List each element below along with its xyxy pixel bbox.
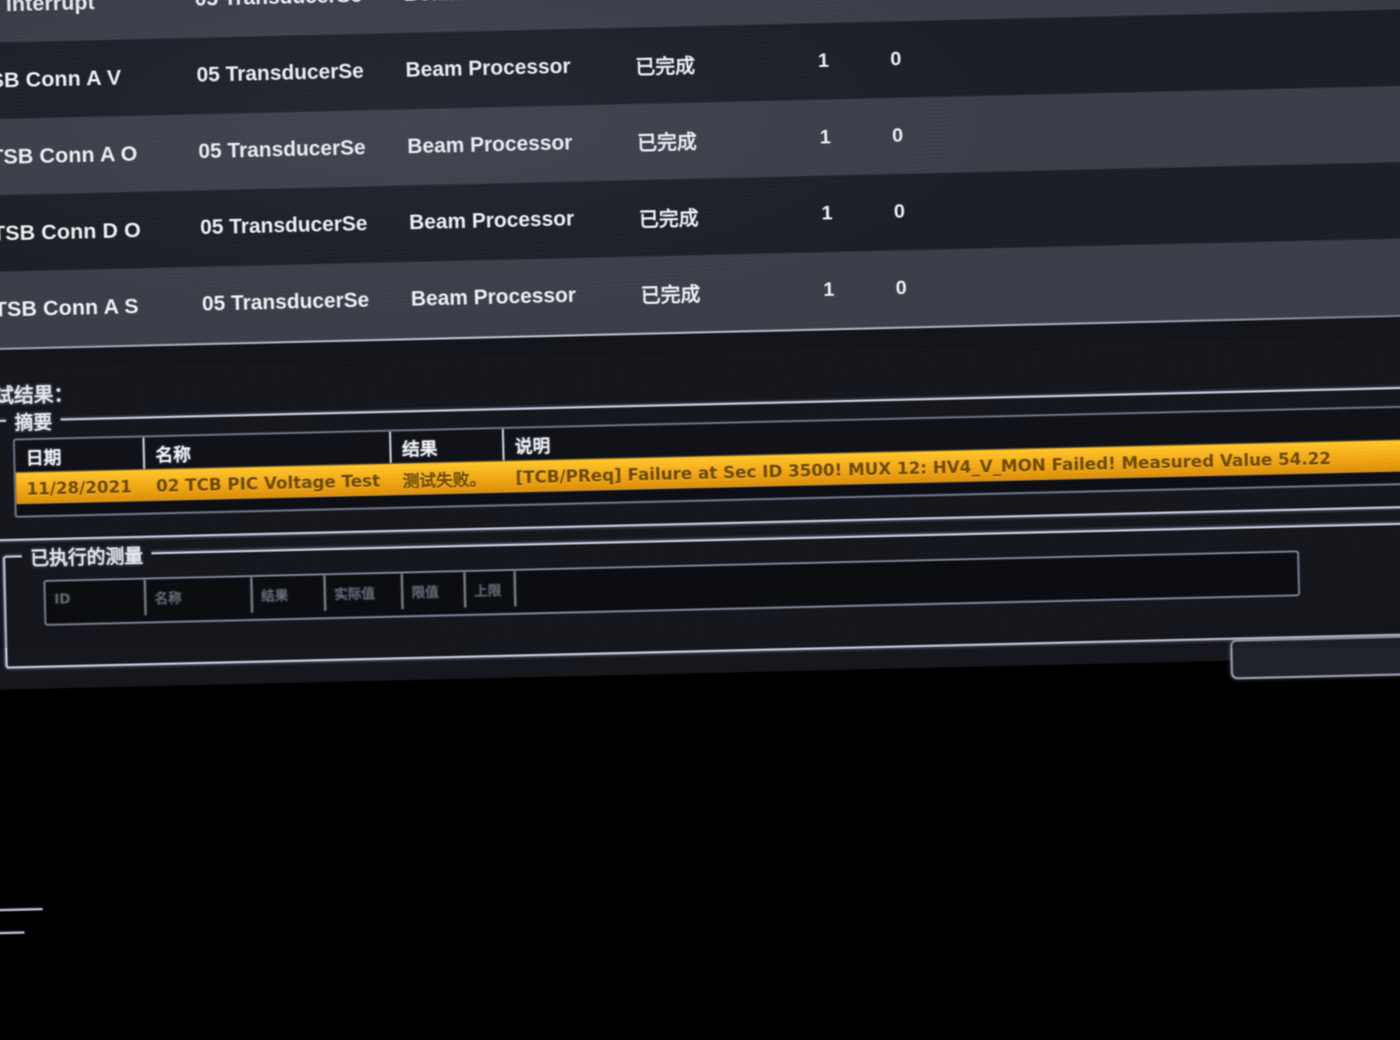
cell-status: 已完成 — [636, 130, 698, 156]
cell-status: 已完成 — [635, 54, 696, 79]
page-title: 测试结果： — [0, 382, 74, 408]
summary-group-box: 摘要 日期 名称 结果 说明 11/28/2021 02 TCB PIC Vol… — [0, 386, 1400, 542]
cell-name: 06 TSB Conn A S — [0, 293, 139, 322]
column-header-name[interactable]: 名称 — [144, 431, 392, 469]
cell-processor: Beam Processor — [410, 284, 577, 311]
cell-test-name: 02 TCB PIC Voltage Test — [155, 470, 381, 496]
cell-processor: Beam Processor — [407, 131, 573, 159]
cell-processor: Beam Processor — [403, 0, 633, 7]
cell-count-pass: 1 — [821, 202, 833, 225]
cell-sequence: 05 TransducerSe — [198, 136, 366, 164]
column-header-meas-result[interactable]: 结果 — [252, 575, 327, 613]
measurements-listview[interactable]: ID 名称 结果 实际值 限值 上限 — [43, 550, 1301, 626]
cell-date: 11/28/2021 — [26, 475, 133, 499]
cell-processor: Beam Processor — [408, 207, 575, 235]
test-results-panel: 测试结果： 摘要 日期 名称 结果 说明 11/28/2021 02 TCB P… — [0, 336, 1400, 935]
panel-rail-connector-lower — [0, 931, 25, 935]
cell-sequence: 05 TransducerSe — [201, 288, 370, 316]
cell-count-pass: 1 — [817, 49, 830, 72]
cell-name: 3 TSB Conn A V — [0, 65, 122, 93]
cell-count-fail: 0 — [895, 276, 907, 299]
summary-listview[interactable]: 日期 名称 结果 说明 11/28/2021 02 TCB PIC Voltag… — [12, 405, 1400, 518]
column-header-actual-value[interactable]: 实际值 — [325, 573, 404, 611]
cell-status: 已完成 — [633, 0, 769, 4]
column-header-upper-limit[interactable]: 上限 — [465, 570, 517, 608]
cell-count-fail: 0 — [891, 124, 904, 147]
column-header-limit[interactable]: 限值 — [402, 572, 467, 610]
column-header-result[interactable]: 结果 — [391, 428, 505, 463]
measurements-listview-header[interactable]: ID 名称 结果 实际值 限值 上限 — [45, 552, 1297, 618]
cell-status: 已完成 — [638, 206, 699, 232]
sequence-grid[interactable]: TSB Interrupt 05 TransducerSe Beam Proce… — [0, 0, 1400, 352]
column-header-meas-name[interactable]: 名称 — [145, 577, 254, 616]
cell-status: 已完成 — [640, 283, 701, 308]
cell-count-pass: 1 — [819, 125, 831, 149]
cell-count-pass: 1 — [823, 278, 835, 301]
cell-name: 04 TSB Conn A O — [0, 141, 138, 169]
screen-photo: TSB Interrupt 05 TransducerSe Beam Proce… — [0, 0, 1400, 935]
dialog-action-button[interactable] — [1230, 635, 1400, 680]
cell-count-fail: 0 — [893, 200, 906, 223]
cell-name: 05 TSB Conn D O — [0, 217, 142, 246]
measurements-group-legend: 已执行的测量 — [21, 540, 152, 571]
column-header-date[interactable]: 日期 — [14, 437, 146, 472]
panel-rail-connector-upper — [0, 908, 43, 912]
cell-sequence: 05 TransducerSe — [195, 0, 405, 12]
cell-processor: Beam Processor — [405, 55, 571, 83]
cell-count-fail: 0 — [890, 48, 902, 71]
cell-name: TSB Interrupt — [0, 0, 96, 17]
cell-result: 测试失败。 — [402, 469, 487, 491]
cell-sequence: 05 TransducerSe — [196, 60, 365, 88]
cell-sequence: 05 TransducerSe — [199, 212, 368, 240]
measurements-group-box: 已执行的测量 ID 名称 结果 实际值 限值 上限 — [3, 522, 1400, 669]
summary-group-legend: 摘要 — [5, 407, 61, 436]
column-header-id[interactable]: ID — [45, 579, 147, 618]
